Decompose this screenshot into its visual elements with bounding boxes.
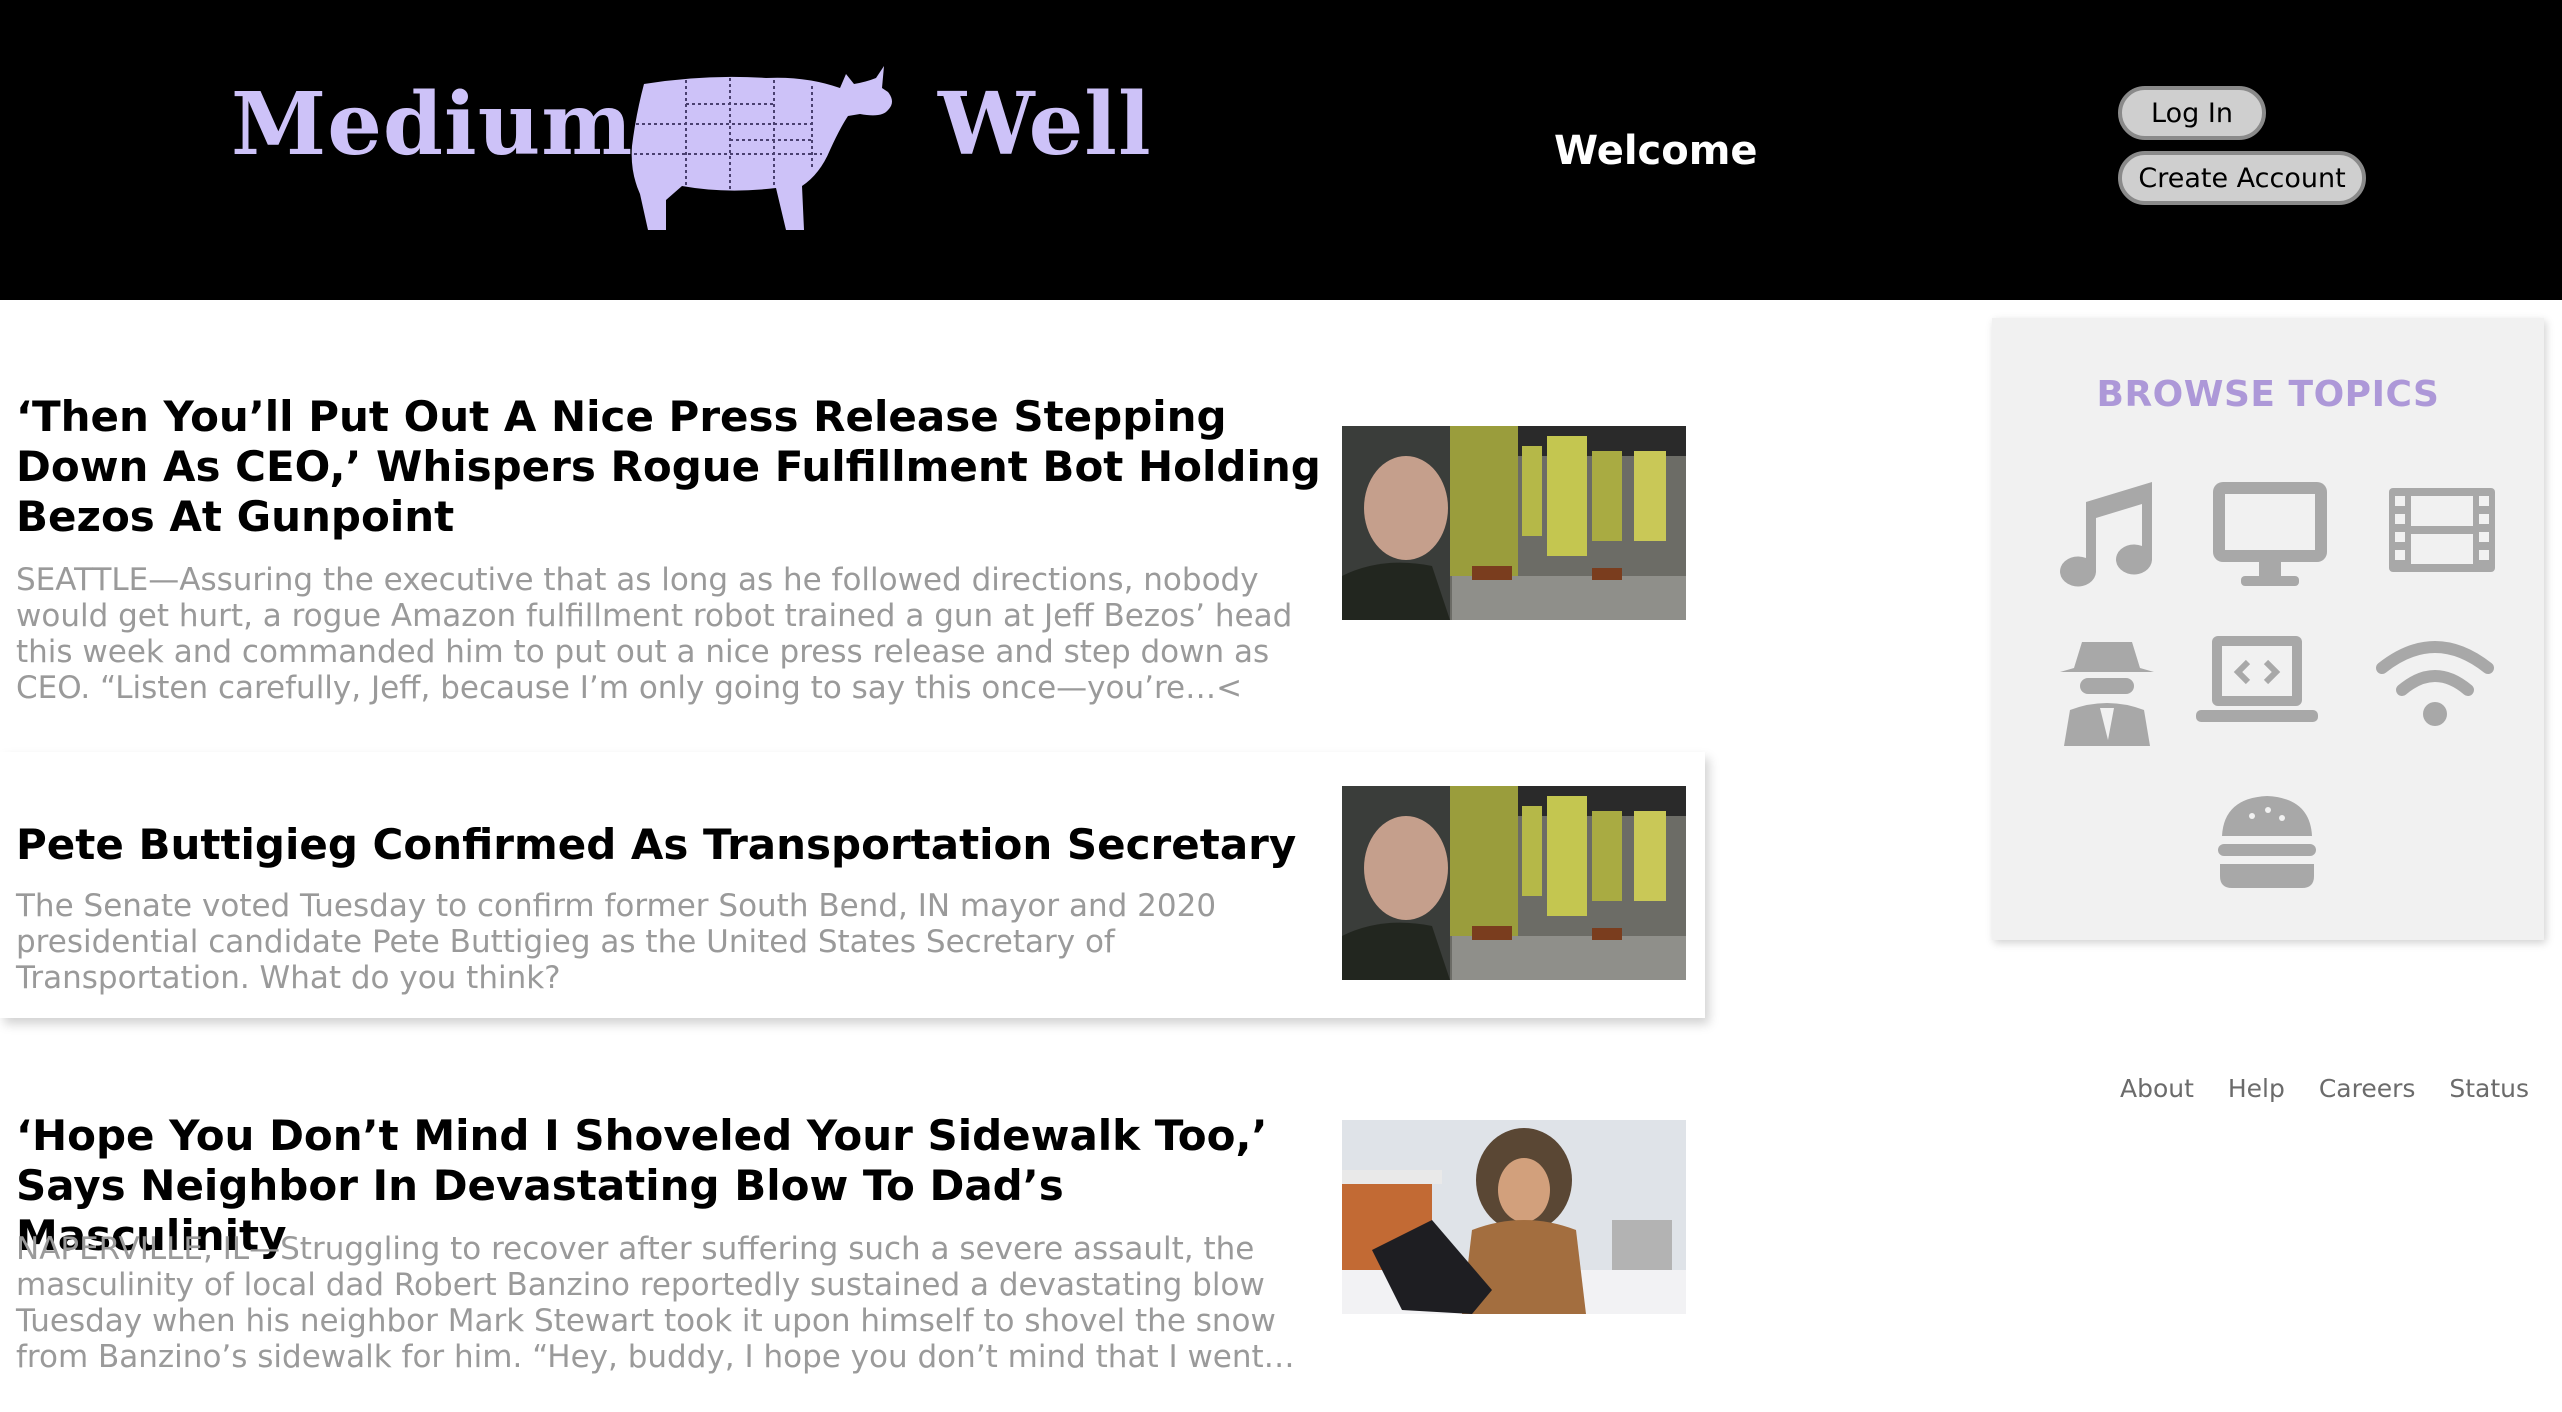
film-icon[interactable]: [2377, 474, 2507, 594]
article-excerpt: NAPERVILLE, IL—Struggling to recover aft…: [16, 1231, 1295, 1375]
logo-text-medium[interactable]: Medium: [231, 82, 633, 168]
article-card[interactable]: Pete Buttigieg Confirmed As Transportati…: [0, 752, 1705, 1018]
article-headline[interactable]: Pete Buttigieg Confirmed As Transportati…: [16, 820, 1326, 870]
laptop-code-icon[interactable]: [2192, 628, 2322, 748]
welcome-text: Welcome: [1554, 128, 1758, 174]
article-card[interactable]: ‘Hope You Don’t Mind I Shoveled Your Sid…: [0, 1085, 1705, 1412]
article-excerpt: SEATTLE—Assuring the executive that as l…: [16, 562, 1293, 706]
footer-link-careers[interactable]: Careers: [2319, 1074, 2416, 1103]
article-excerpt: The Senate voted Tuesday to confirm form…: [16, 888, 1217, 996]
cow-logo-icon[interactable]: [626, 54, 904, 230]
logo-text-well[interactable]: Well: [938, 82, 1152, 168]
site-header: Medium Well Welcome Log In Create Accoun…: [0, 0, 2562, 300]
music-icon[interactable]: [2042, 474, 2172, 594]
footer-link-help[interactable]: Help: [2228, 1074, 2285, 1103]
footer-link-about[interactable]: About: [2120, 1074, 2194, 1103]
login-button[interactable]: Log In: [2118, 86, 2266, 140]
footer-links: About Help Careers Status: [2120, 1074, 2555, 1103]
article-thumbnail[interactable]: [1342, 786, 1686, 980]
browse-topics-title: BROWSE TOPICS: [2096, 374, 2440, 415]
create-account-button[interactable]: Create Account: [2118, 151, 2366, 205]
desktop-icon[interactable]: [2205, 474, 2335, 594]
article-thumbnail[interactable]: [1342, 1120, 1686, 1314]
article-card[interactable]: ‘Then You’ll Put Out A Nice Press Releas…: [0, 392, 1705, 720]
browse-topics-panel: BROWSE TOPICS: [1992, 318, 2544, 940]
burger-icon[interactable]: [2202, 788, 2332, 908]
article-thumbnail[interactable]: [1342, 426, 1686, 620]
wifi-icon[interactable]: [2370, 628, 2500, 748]
spy-icon[interactable]: [2042, 628, 2172, 748]
footer-link-status[interactable]: Status: [2449, 1074, 2529, 1103]
article-headline[interactable]: ‘Then You’ll Put Out A Nice Press Releas…: [16, 392, 1326, 542]
